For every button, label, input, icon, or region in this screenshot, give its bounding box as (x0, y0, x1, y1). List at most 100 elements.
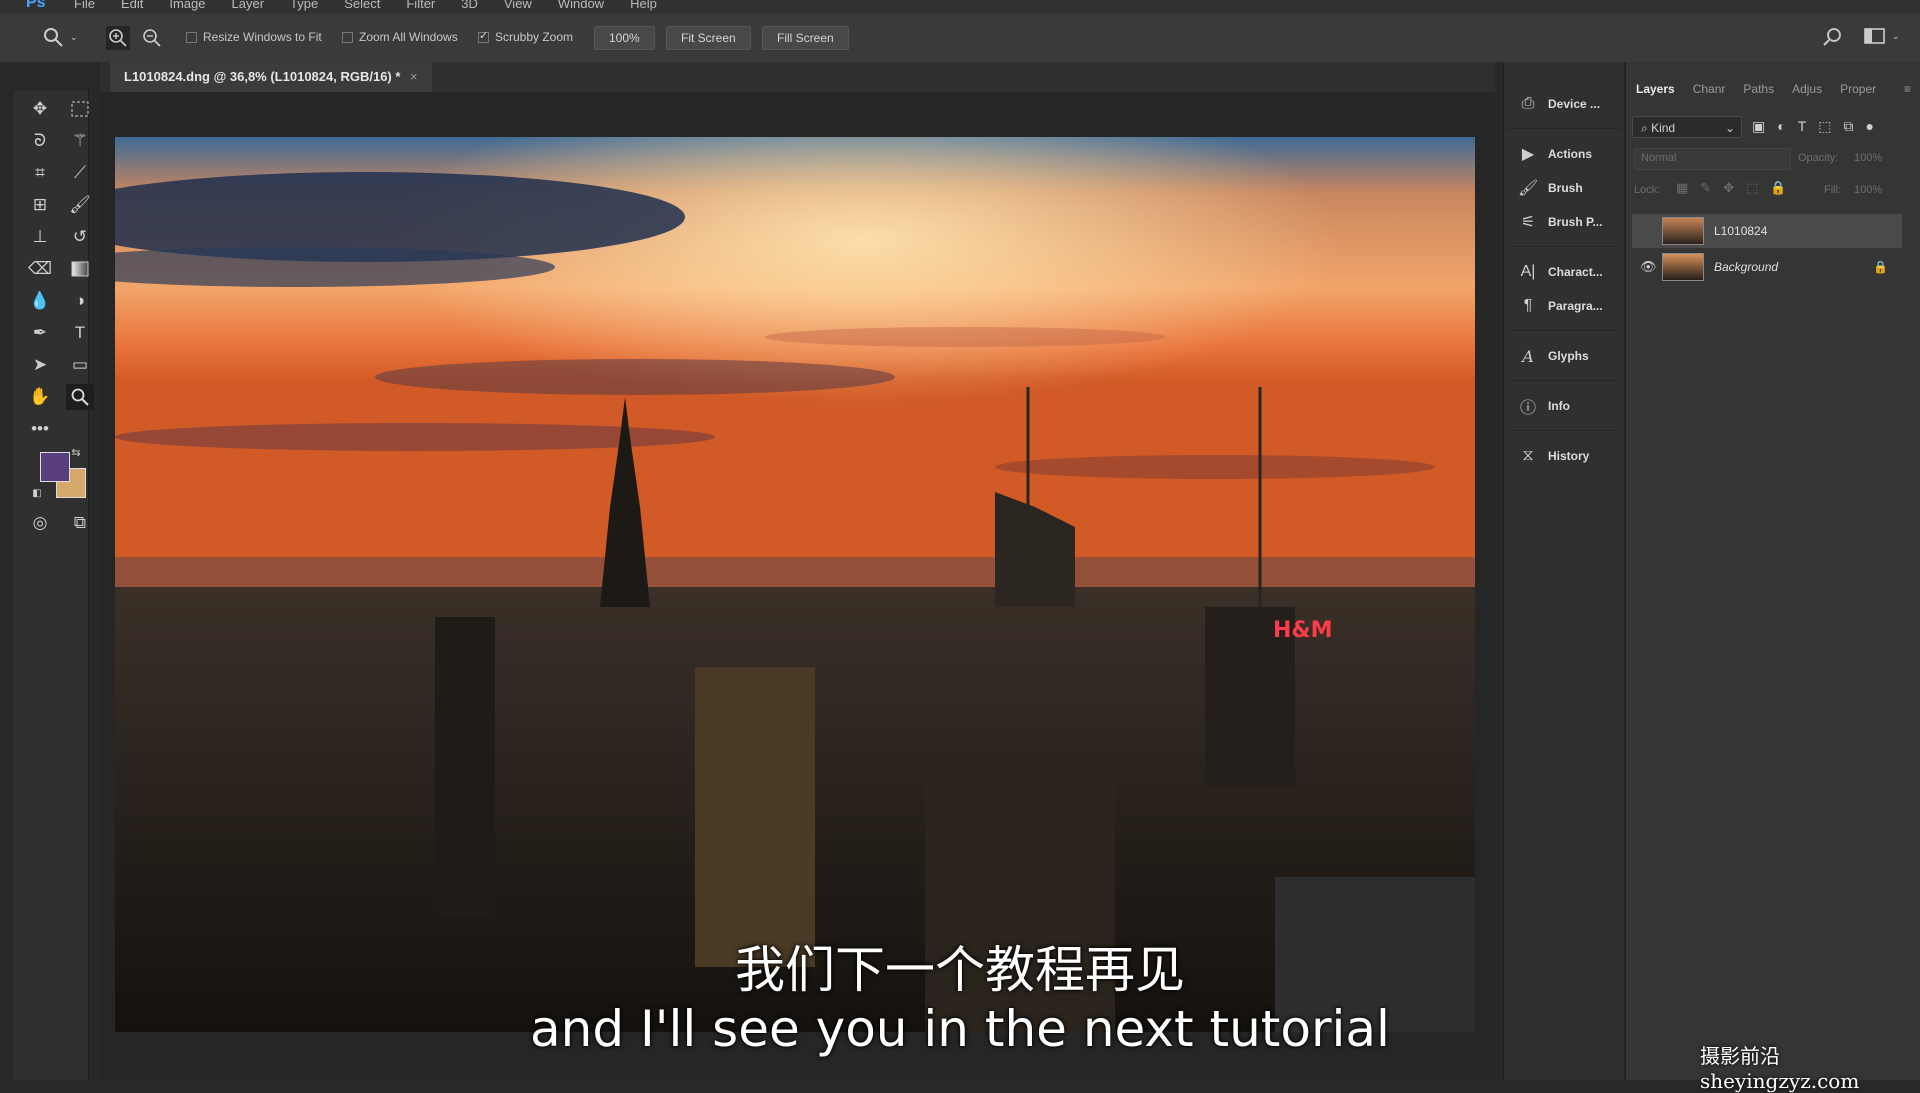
resize-windows-checkbox[interactable]: Resize Windows to Fit (186, 30, 322, 44)
zoom-tool-preset[interactable]: ⌄ (42, 26, 78, 48)
layer-row-l1010824[interactable]: L1010824 (1632, 214, 1902, 248)
menu-3d[interactable]: 3D (461, 0, 478, 11)
city-skyline-photo[interactable]: H&M (115, 137, 1475, 1032)
path-selection-tool-icon[interactable]: ➤ (26, 352, 54, 378)
menu-edit[interactable]: Edit (121, 0, 143, 11)
dock-label: Brush (1548, 181, 1583, 195)
dock-brush[interactable]: 🖌 Brush (1504, 174, 1620, 202)
brush-tool-icon[interactable]: 🖌 (66, 192, 94, 218)
layer-row-background[interactable]: 👁 Background 🔒 (1632, 250, 1902, 284)
checkbox[interactable] (186, 31, 197, 43)
pen-tool-icon[interactable]: ✒ (26, 320, 54, 346)
history-icon: ⧖ (1522, 447, 1534, 464)
workspace-icon (1864, 28, 1885, 44)
dodge-tool-icon[interactable]: ◑ (66, 288, 94, 314)
screen-mode-icon[interactable]: ⧉ (66, 510, 94, 536)
fill-value[interactable]: 100% (1854, 184, 1882, 196)
eraser-tool-icon[interactable]: ⌫ (26, 256, 54, 282)
dock-character[interactable]: A| Charact... (1504, 258, 1620, 286)
menu-image[interactable]: Image (169, 0, 205, 11)
blur-tool-icon[interactable]: 💧 (26, 288, 54, 314)
checkbox[interactable] (342, 31, 353, 43)
zoom-out-button[interactable] (140, 26, 164, 50)
lock-all-icon[interactable]: 🔒 (1770, 180, 1786, 196)
dock-brush-presets[interactable]: ⚟ Brush P... (1504, 208, 1620, 236)
tab-paths[interactable]: Paths (1743, 82, 1774, 96)
opacity-value[interactable]: 100% (1854, 152, 1882, 164)
tab-channels[interactable]: Chanr (1693, 82, 1726, 96)
healing-brush-tool-icon[interactable]: ⊞ (26, 192, 54, 218)
shape-filter-icon[interactable]: ⬚ (1818, 118, 1831, 135)
filter-value: Kind (1651, 121, 1676, 135)
layer-filter-select[interactable]: ⌕ Kind ⌄ (1632, 116, 1742, 138)
quick-mask-icon[interactable]: ◎ (26, 510, 54, 536)
search-button[interactable] (1822, 26, 1844, 48)
crop-tool-icon[interactable]: ⌗ (26, 160, 54, 186)
tab-adjustments[interactable]: Adjus (1792, 82, 1822, 96)
layer-thumbnail (1662, 217, 1704, 245)
lock-position-icon[interactable]: ✥ (1723, 180, 1734, 196)
fit-screen-button[interactable]: Fit Screen (666, 26, 751, 50)
dock-glyphs[interactable]: A Glyphs (1504, 342, 1620, 370)
zoom-in-button[interactable] (106, 26, 130, 50)
gradient-tool-icon[interactable] (66, 256, 94, 282)
menu-layer[interactable]: Layer (232, 0, 265, 11)
app-logo: Ps (26, 0, 46, 11)
workspace-button[interactable]: ⌄ (1864, 26, 1900, 46)
zoom-all-windows-checkbox[interactable]: Zoom All Windows (342, 30, 458, 44)
more-tools-icon[interactable]: ••• (26, 416, 54, 442)
menu-window[interactable]: Window (558, 0, 604, 11)
filter-toggle-icon[interactable]: ● (1866, 118, 1874, 135)
dock-history[interactable]: ⧖ History (1504, 442, 1620, 470)
history-brush-tool-icon[interactable]: ↺ (66, 224, 94, 250)
clone-stamp-tool-icon[interactable]: ⊥ (26, 224, 54, 250)
menu-view[interactable]: View (504, 0, 532, 11)
move-tool-icon[interactable]: ✥ (26, 96, 54, 122)
zoom-tool-icon[interactable] (66, 384, 94, 410)
type-filter-icon[interactable]: T (1798, 118, 1807, 135)
type-tool-icon[interactable]: T (66, 320, 94, 346)
dock-divider (1508, 330, 1620, 331)
scrubby-zoom-checkbox[interactable]: Scrubby Zoom (478, 29, 573, 44)
lock-artboard-icon[interactable]: ⬚ (1746, 180, 1758, 196)
eyedropper-tool-icon[interactable]: ⟋ (66, 160, 94, 186)
menu-file[interactable]: File (74, 0, 95, 11)
eye-icon[interactable]: 👁 (1640, 259, 1657, 275)
blend-mode-select[interactable]: Normal (1634, 148, 1791, 170)
menu-filter[interactable]: Filter (406, 0, 435, 11)
lock-transparent-icon[interactable]: ▦ (1676, 180, 1688, 196)
dock-divider (1508, 128, 1620, 129)
store-sign: H&M (1273, 618, 1333, 643)
tab-properties[interactable]: Proper (1840, 82, 1876, 96)
dock-divider (1508, 246, 1620, 247)
adjustment-filter-icon[interactable]: ◐ (1777, 118, 1785, 135)
close-icon[interactable]: × (410, 69, 418, 84)
panel-menu-icon[interactable]: ≡ (1904, 82, 1911, 96)
lasso-tool-icon[interactable]: ᘐ (26, 128, 54, 154)
menu-type[interactable]: Type (290, 0, 318, 11)
dock-info[interactable]: ⓘ Info (1504, 392, 1620, 420)
hand-tool-icon[interactable]: ✋ (26, 384, 54, 410)
swap-colors-icon[interactable]: ⇆ (68, 444, 84, 460)
magic-wand-tool-icon[interactable]: ⚚ (66, 128, 94, 154)
smart-object-filter-icon[interactable]: ⧉ (1844, 118, 1854, 135)
menu-select[interactable]: Select (344, 0, 380, 11)
rectangle-tool-icon[interactable]: ▭ (66, 352, 94, 378)
zoom-out-icon (143, 29, 161, 47)
menu-help[interactable]: Help (630, 0, 657, 11)
layer-name: Background (1714, 260, 1779, 274)
marquee-tool-icon[interactable] (66, 96, 94, 122)
fill-label: Fill: (1824, 184, 1842, 196)
tab-layers[interactable]: Layers (1636, 82, 1675, 96)
default-colors-icon[interactable]: ◧ (30, 486, 44, 500)
document-tab[interactable]: L1010824.dng @ 36,8% (L1010824, RGB/16) … (110, 62, 432, 92)
dock-device-preview[interactable]: ⎙ Device ... (1504, 90, 1620, 118)
checkbox-checked[interactable] (478, 29, 489, 43)
dock-actions[interactable]: ▶ Actions (1504, 140, 1620, 168)
pixel-filter-icon[interactable]: ▣ (1752, 118, 1765, 135)
foreground-color-swatch[interactable] (40, 452, 70, 482)
lock-pixels-icon[interactable]: ✎ (1700, 180, 1711, 196)
zoom-100-button[interactable]: 100% (594, 26, 655, 50)
fill-screen-button[interactable]: Fill Screen (762, 26, 849, 50)
dock-paragraph[interactable]: ¶ Paragra... (1504, 292, 1620, 320)
